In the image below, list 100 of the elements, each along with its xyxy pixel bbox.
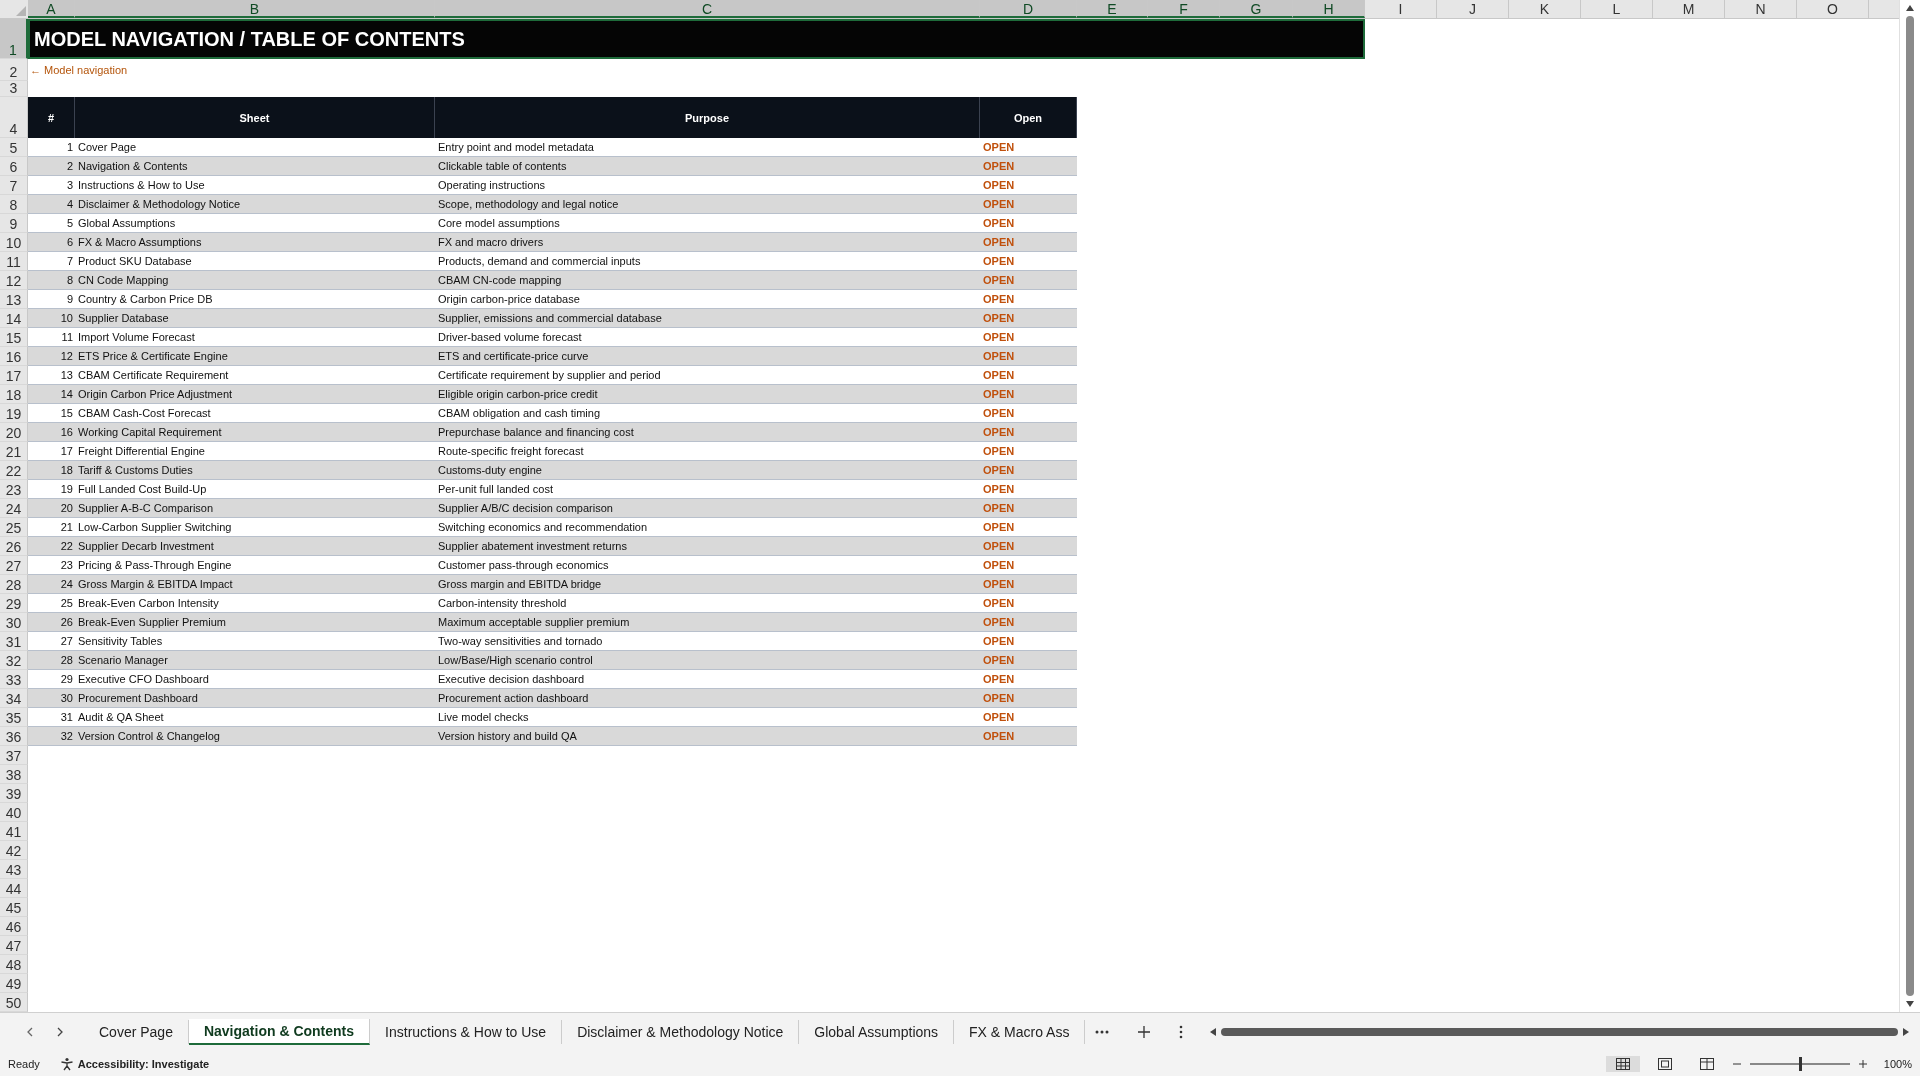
scroll-up-icon[interactable] [1905, 4, 1915, 12]
row-header[interactable]: 24 [0, 499, 28, 518]
row-header[interactable]: 9 [0, 214, 28, 233]
row-header[interactable]: 12 [0, 271, 28, 290]
row-header[interactable]: 17 [0, 366, 28, 385]
accessibility-icon[interactable] [59, 1056, 74, 1071]
row-header[interactable]: 2 [0, 59, 28, 81]
row-header[interactable]: 27 [0, 556, 28, 575]
column-header[interactable]: C [435, 0, 980, 18]
row-header[interactable]: 15 [0, 328, 28, 347]
scroll-left-icon[interactable] [1209, 1027, 1218, 1037]
sheet-tab[interactable]: Cover Page [84, 1020, 189, 1044]
sheet-tab[interactable]: Global Assumptions [799, 1020, 955, 1044]
row-header[interactable]: 7 [0, 176, 28, 195]
row-header[interactable]: 36 [0, 727, 28, 746]
open-link[interactable]: OPEN [983, 445, 1015, 457]
open-link[interactable]: OPEN [983, 521, 1015, 533]
row-header[interactable]: 20 [0, 423, 28, 442]
row-header[interactable]: 23 [0, 480, 28, 499]
row-header[interactable]: 13 [0, 290, 28, 309]
open-link[interactable]: OPEN [983, 179, 1015, 191]
row-header[interactable]: 41 [0, 822, 28, 841]
row-header[interactable]: 31 [0, 632, 28, 651]
row-header[interactable]: 44 [0, 879, 28, 898]
row-header[interactable]: 35 [0, 708, 28, 727]
more-tabs-icon[interactable] [1095, 1029, 1110, 1035]
row-header[interactable]: 37 [0, 746, 28, 765]
row-header[interactable]: 16 [0, 347, 28, 366]
row-header[interactable]: 43 [0, 860, 28, 879]
open-link[interactable]: OPEN [983, 483, 1015, 495]
open-link[interactable]: OPEN [983, 293, 1015, 305]
column-header[interactable]: O [1797, 0, 1869, 18]
row-header[interactable]: 34 [0, 689, 28, 708]
row-header[interactable]: 11 [0, 252, 28, 271]
row-header[interactable]: 30 [0, 613, 28, 632]
open-link[interactable]: OPEN [983, 217, 1015, 229]
row-header[interactable]: 19 [0, 404, 28, 423]
row-header[interactable]: 14 [0, 309, 28, 328]
column-header[interactable]: J [1437, 0, 1509, 18]
row-header[interactable]: 10 [0, 233, 28, 252]
sheet-tab[interactable]: Instructions & How to Use [370, 1020, 563, 1044]
column-header[interactable]: B [75, 0, 435, 18]
row-header[interactable]: 5 [0, 138, 28, 157]
zoom-slider-thumb[interactable] [1798, 1056, 1802, 1071]
open-link[interactable]: OPEN [983, 635, 1015, 647]
column-header[interactable]: F [1148, 0, 1220, 18]
open-link[interactable]: OPEN [983, 711, 1015, 723]
row-header[interactable]: 22 [0, 461, 28, 480]
add-sheet-icon[interactable] [1137, 1025, 1152, 1039]
row-header[interactable]: 25 [0, 518, 28, 537]
column-header[interactable]: I [1365, 0, 1437, 18]
row-header[interactable]: 4 [0, 97, 28, 138]
back-link[interactable]: ← Model navigation [28, 64, 128, 76]
row-header[interactable]: 3 [0, 81, 28, 97]
open-link[interactable]: OPEN [983, 331, 1015, 343]
row-header[interactable]: 21 [0, 442, 28, 461]
open-link[interactable]: OPEN [983, 407, 1015, 419]
zoom-level[interactable]: 100% [1883, 1057, 1912, 1070]
sheet-tab[interactable]: FX & Macro Ass [954, 1020, 1086, 1044]
column-header[interactable]: D [980, 0, 1077, 18]
row-header[interactable]: 29 [0, 594, 28, 613]
sheet-tab[interactable]: Navigation & Contents [188, 1019, 371, 1045]
open-link[interactable]: OPEN [983, 255, 1015, 267]
column-header[interactable]: H [1293, 0, 1365, 18]
column-header[interactable]: M [1653, 0, 1725, 18]
column-header[interactable]: G [1220, 0, 1293, 18]
column-header[interactable]: E [1077, 0, 1148, 18]
open-link[interactable]: OPEN [983, 141, 1015, 153]
more-options-icon[interactable] [1179, 1025, 1184, 1039]
open-link[interactable]: OPEN [983, 597, 1015, 609]
row-header[interactable]: 50 [0, 993, 28, 1012]
row-header[interactable]: 32 [0, 651, 28, 670]
row-header[interactable]: 49 [0, 974, 28, 993]
row-header[interactable]: 46 [0, 917, 28, 936]
row-header[interactable]: 38 [0, 765, 28, 784]
accessibility-status[interactable]: Accessibility: Investigate [77, 1057, 210, 1070]
row-header[interactable]: 1 [0, 19, 28, 59]
row-header[interactable]: 39 [0, 784, 28, 803]
row-header[interactable]: 26 [0, 537, 28, 556]
scroll-down-icon[interactable] [1905, 1000, 1915, 1008]
row-header[interactable]: 42 [0, 841, 28, 860]
scroll-right-icon[interactable] [1902, 1027, 1910, 1037]
column-header[interactable]: A [28, 0, 75, 18]
sheet-tab[interactable]: Disclaimer & Methodology Notice [562, 1020, 800, 1044]
row-header[interactable]: 28 [0, 575, 28, 594]
open-link[interactable]: OPEN [983, 673, 1015, 685]
row-header[interactable]: 33 [0, 670, 28, 689]
row-header[interactable]: 8 [0, 195, 28, 214]
column-header[interactable]: N [1725, 0, 1797, 18]
zoom-in-icon[interactable] [1857, 1058, 1868, 1069]
column-header[interactable]: L [1581, 0, 1653, 18]
normal-view-icon[interactable] [1605, 1055, 1640, 1072]
open-link[interactable]: OPEN [983, 369, 1015, 381]
row-header[interactable]: 18 [0, 385, 28, 404]
row-header[interactable]: 6 [0, 157, 28, 176]
row-header[interactable]: 40 [0, 803, 28, 822]
row-header[interactable]: 47 [0, 936, 28, 955]
row-header[interactable]: 45 [0, 898, 28, 917]
row-header[interactable]: 48 [0, 955, 28, 974]
open-link[interactable]: OPEN [983, 559, 1015, 571]
